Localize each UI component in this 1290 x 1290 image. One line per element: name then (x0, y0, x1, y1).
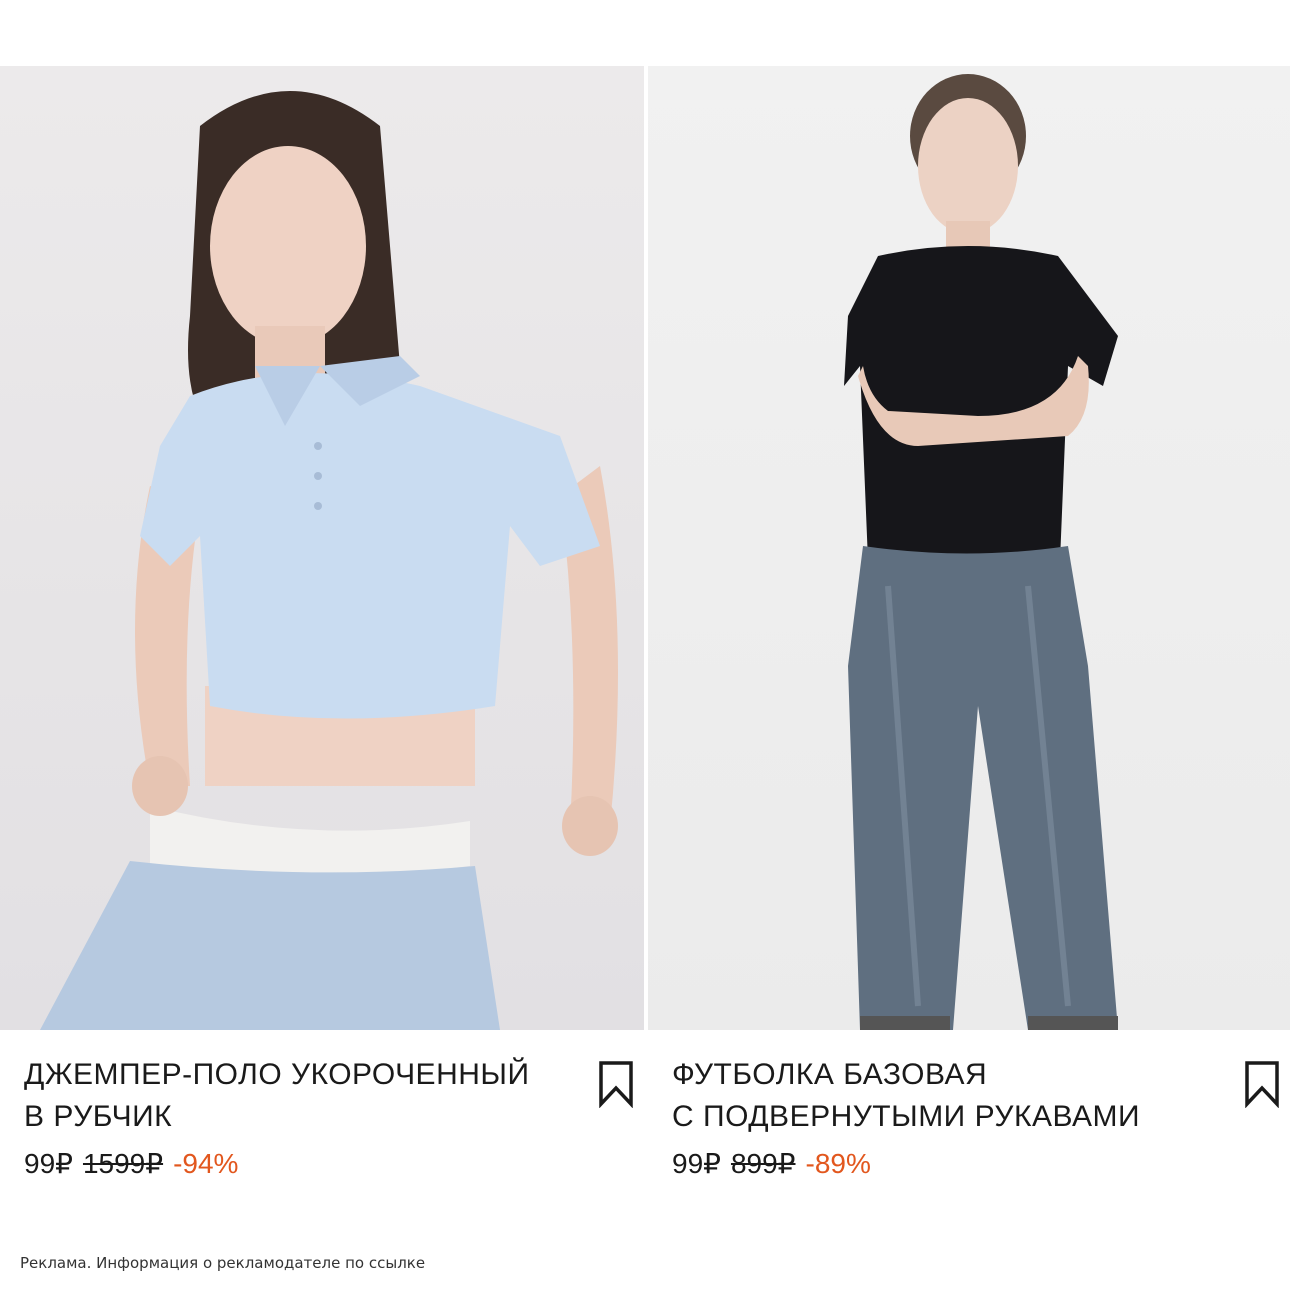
discount-badge: -89% (805, 1148, 871, 1179)
price-row: 99₽ 899₽ -89% (672, 1146, 871, 1182)
product-info: ДЖЕМПЕР-ПОЛО УКОРОЧЕННЫЙ В РУБЧИК 99₽ 159… (0, 1030, 644, 1230)
product-photo[interactable] (648, 66, 1290, 1030)
product-title[interactable]: ДЖЕМПЕР-ПОЛО УКОРОЧЕННЫЙ В РУБЧИК (24, 1054, 564, 1138)
product-title-line: В РУБЧИК (24, 1100, 173, 1133)
old-price: 899₽ (730, 1148, 796, 1179)
bookmark-icon[interactable] (1244, 1060, 1280, 1109)
discount-badge: -94% (173, 1148, 239, 1179)
price-row: 99₽ 1599₽ -94% (24, 1146, 238, 1182)
model-in-tshirt-illustration (844, 74, 1118, 1030)
product-title-line: ФУТБОЛКА БАЗОВАЯ (672, 1058, 988, 1091)
product-title-line: С ПОДВЕРНУТЫМИ РУКАВАМИ (672, 1100, 1141, 1133)
current-price: 99₽ (24, 1148, 73, 1179)
current-price: 99₽ (672, 1148, 721, 1179)
product-card[interactable]: ФУТБОЛКА БАЗОВАЯ С ПОДВЕРНУТЫМИ РУКАВАМИ… (648, 66, 1290, 1230)
product-card[interactable]: ДЖЕМПЕР-ПОЛО УКОРОЧЕННЫЙ В РУБЧИК 99₽ 159… (0, 66, 644, 1230)
model-in-polo-illustration (40, 91, 618, 1030)
bookmark-icon[interactable] (598, 1060, 634, 1109)
product-title[interactable]: ФУТБОЛКА БАЗОВАЯ С ПОДВЕРНУТЫМИ РУКАВАМИ (672, 1054, 1212, 1138)
product-info: ФУТБОЛКА БАЗОВАЯ С ПОДВЕРНУТЫМИ РУКАВАМИ… (648, 1030, 1290, 1230)
old-price: 1599₽ (82, 1148, 164, 1179)
product-title-line: ДЖЕМПЕР-ПОЛО УКОРОЧЕННЫЙ (24, 1058, 530, 1091)
advertiser-info-link[interactable]: Реклама. Информация о рекламодателе по с… (20, 1254, 425, 1272)
product-photo[interactable] (0, 66, 644, 1030)
